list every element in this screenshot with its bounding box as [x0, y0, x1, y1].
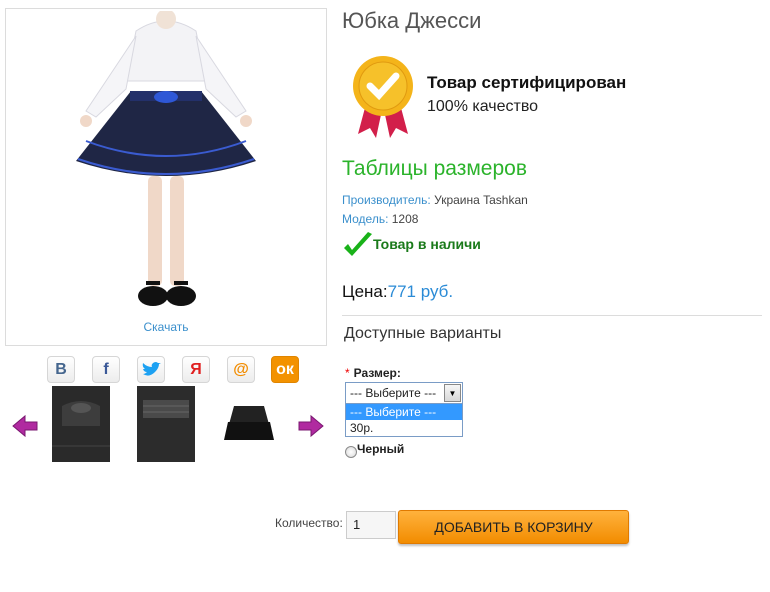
size-option[interactable]: --- Выберите --- [346, 404, 462, 420]
download-link[interactable]: Скачать [6, 320, 326, 334]
manufacturer-label[interactable]: Производитель: [342, 193, 431, 207]
model-row: Модель: 1208 [342, 212, 418, 226]
thumbnail-image[interactable] [220, 386, 278, 462]
product-title: Юбка Джесси [342, 8, 482, 33]
add-to-cart-button[interactable]: ДОБАВИТЬ В КОРЗИНУ [398, 510, 629, 544]
certificate-badge-icon [353, 56, 413, 138]
thumbnail-image[interactable] [52, 386, 110, 462]
carousel-next-arrow-icon[interactable] [297, 414, 325, 438]
size-label: * Размер: [345, 366, 401, 380]
product-photo[interactable] [66, 11, 266, 321]
options-heading: Доступные варианты [344, 325, 502, 342]
twitter-icon[interactable] [137, 356, 165, 383]
quantity-label: Количество: [275, 516, 343, 530]
size-table-link[interactable]: Таблицы размеров [342, 157, 527, 181]
manufacturer-value: Украина Tashkan [434, 193, 528, 207]
price-label: Цена: [342, 282, 388, 301]
mail-ru-icon[interactable]: @ [227, 356, 255, 383]
size-dropdown-list: --- Выберите --- 30р. [345, 403, 463, 437]
product-image-box: Скачать [5, 8, 327, 346]
check-icon [344, 232, 372, 256]
price: Цена:771 руб. [342, 282, 453, 302]
chevron-down-icon[interactable]: ▼ [444, 384, 461, 402]
thumbnail-image[interactable] [137, 386, 195, 462]
required-mark: * [345, 366, 350, 380]
moimir-icon[interactable]: Я [182, 356, 210, 383]
manufacturer-row: Производитель: Украина Tashkan [342, 193, 528, 207]
price-value: 771 руб. [387, 282, 454, 301]
carousel-prev-arrow-icon[interactable] [11, 414, 39, 438]
twitter-bird-icon [142, 361, 161, 376]
size-label-text: Размер: [353, 366, 401, 380]
certificate-title: Товар сертифицирован [427, 73, 627, 92]
color-radio[interactable] [345, 446, 357, 458]
size-select-value: --- Выберите --- [350, 386, 437, 400]
quantity-input[interactable]: 1 [346, 511, 396, 539]
stock-status: Товар в наличи [373, 236, 481, 252]
size-select[interactable]: --- Выберите --- ▼ [345, 382, 463, 404]
model-value: 1208 [391, 212, 419, 226]
color-radio-label: Черный [357, 442, 405, 456]
facebook-icon[interactable]: f [92, 356, 120, 383]
divider [342, 315, 762, 316]
odnoklassniki-icon[interactable]: ок [271, 356, 299, 383]
size-option[interactable]: 30р. [346, 420, 462, 436]
model-label: Модель: [342, 212, 389, 226]
vk-icon[interactable]: В [47, 356, 75, 383]
certificate-subtitle: 100% качество [427, 98, 539, 115]
